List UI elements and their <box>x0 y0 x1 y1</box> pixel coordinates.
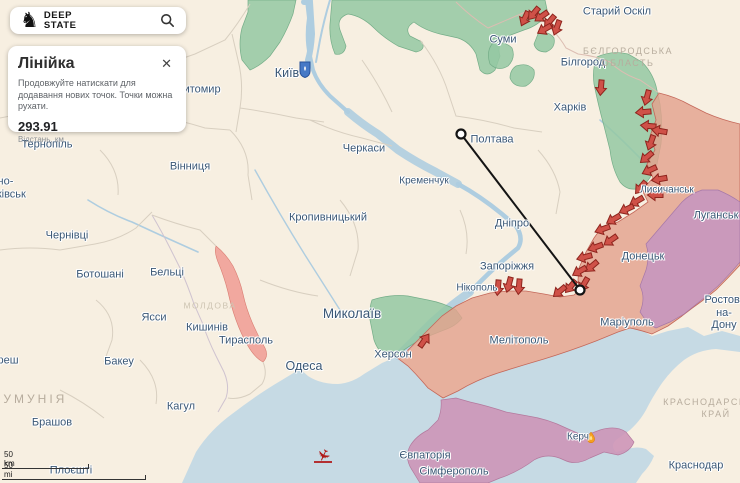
ruler-panel-title: Лінійка <box>18 55 75 73</box>
close-icon[interactable]: ✕ <box>157 55 176 73</box>
deepstate-logo-card[interactable]: ♞ DEEP STATE <box>10 7 186 34</box>
search-button[interactable] <box>158 12 176 30</box>
scale-line-km <box>2 464 89 469</box>
scale-line-mi <box>2 475 146 480</box>
ruler-distance-label: Відстань, км <box>18 135 176 144</box>
scale-mi-label: 50 mi <box>4 461 13 479</box>
logo-line2: STATE <box>44 20 77 31</box>
kyiv-shield-icon <box>300 62 310 78</box>
measure-point-start <box>457 130 466 139</box>
transnistria-strip <box>215 246 266 362</box>
ruler-distance-value: 293.91 <box>18 119 176 134</box>
logo-text: DEEP STATE <box>44 11 77 30</box>
ruler-panel: Лінійка ✕ Продовжуйте натискати для дода… <box>8 46 186 132</box>
knight-logo-icon: ♞ <box>20 10 39 31</box>
ruler-instructions: Продовжуйте натискати для додавання нови… <box>18 78 176 113</box>
search-icon <box>160 13 175 28</box>
ruler-measurement[interactable] <box>457 130 585 295</box>
measure-point-end <box>576 286 585 295</box>
deepstate-map-app: ✈ КиївЖитомирВінницяТернопільІвано- Фран… <box>0 0 740 483</box>
